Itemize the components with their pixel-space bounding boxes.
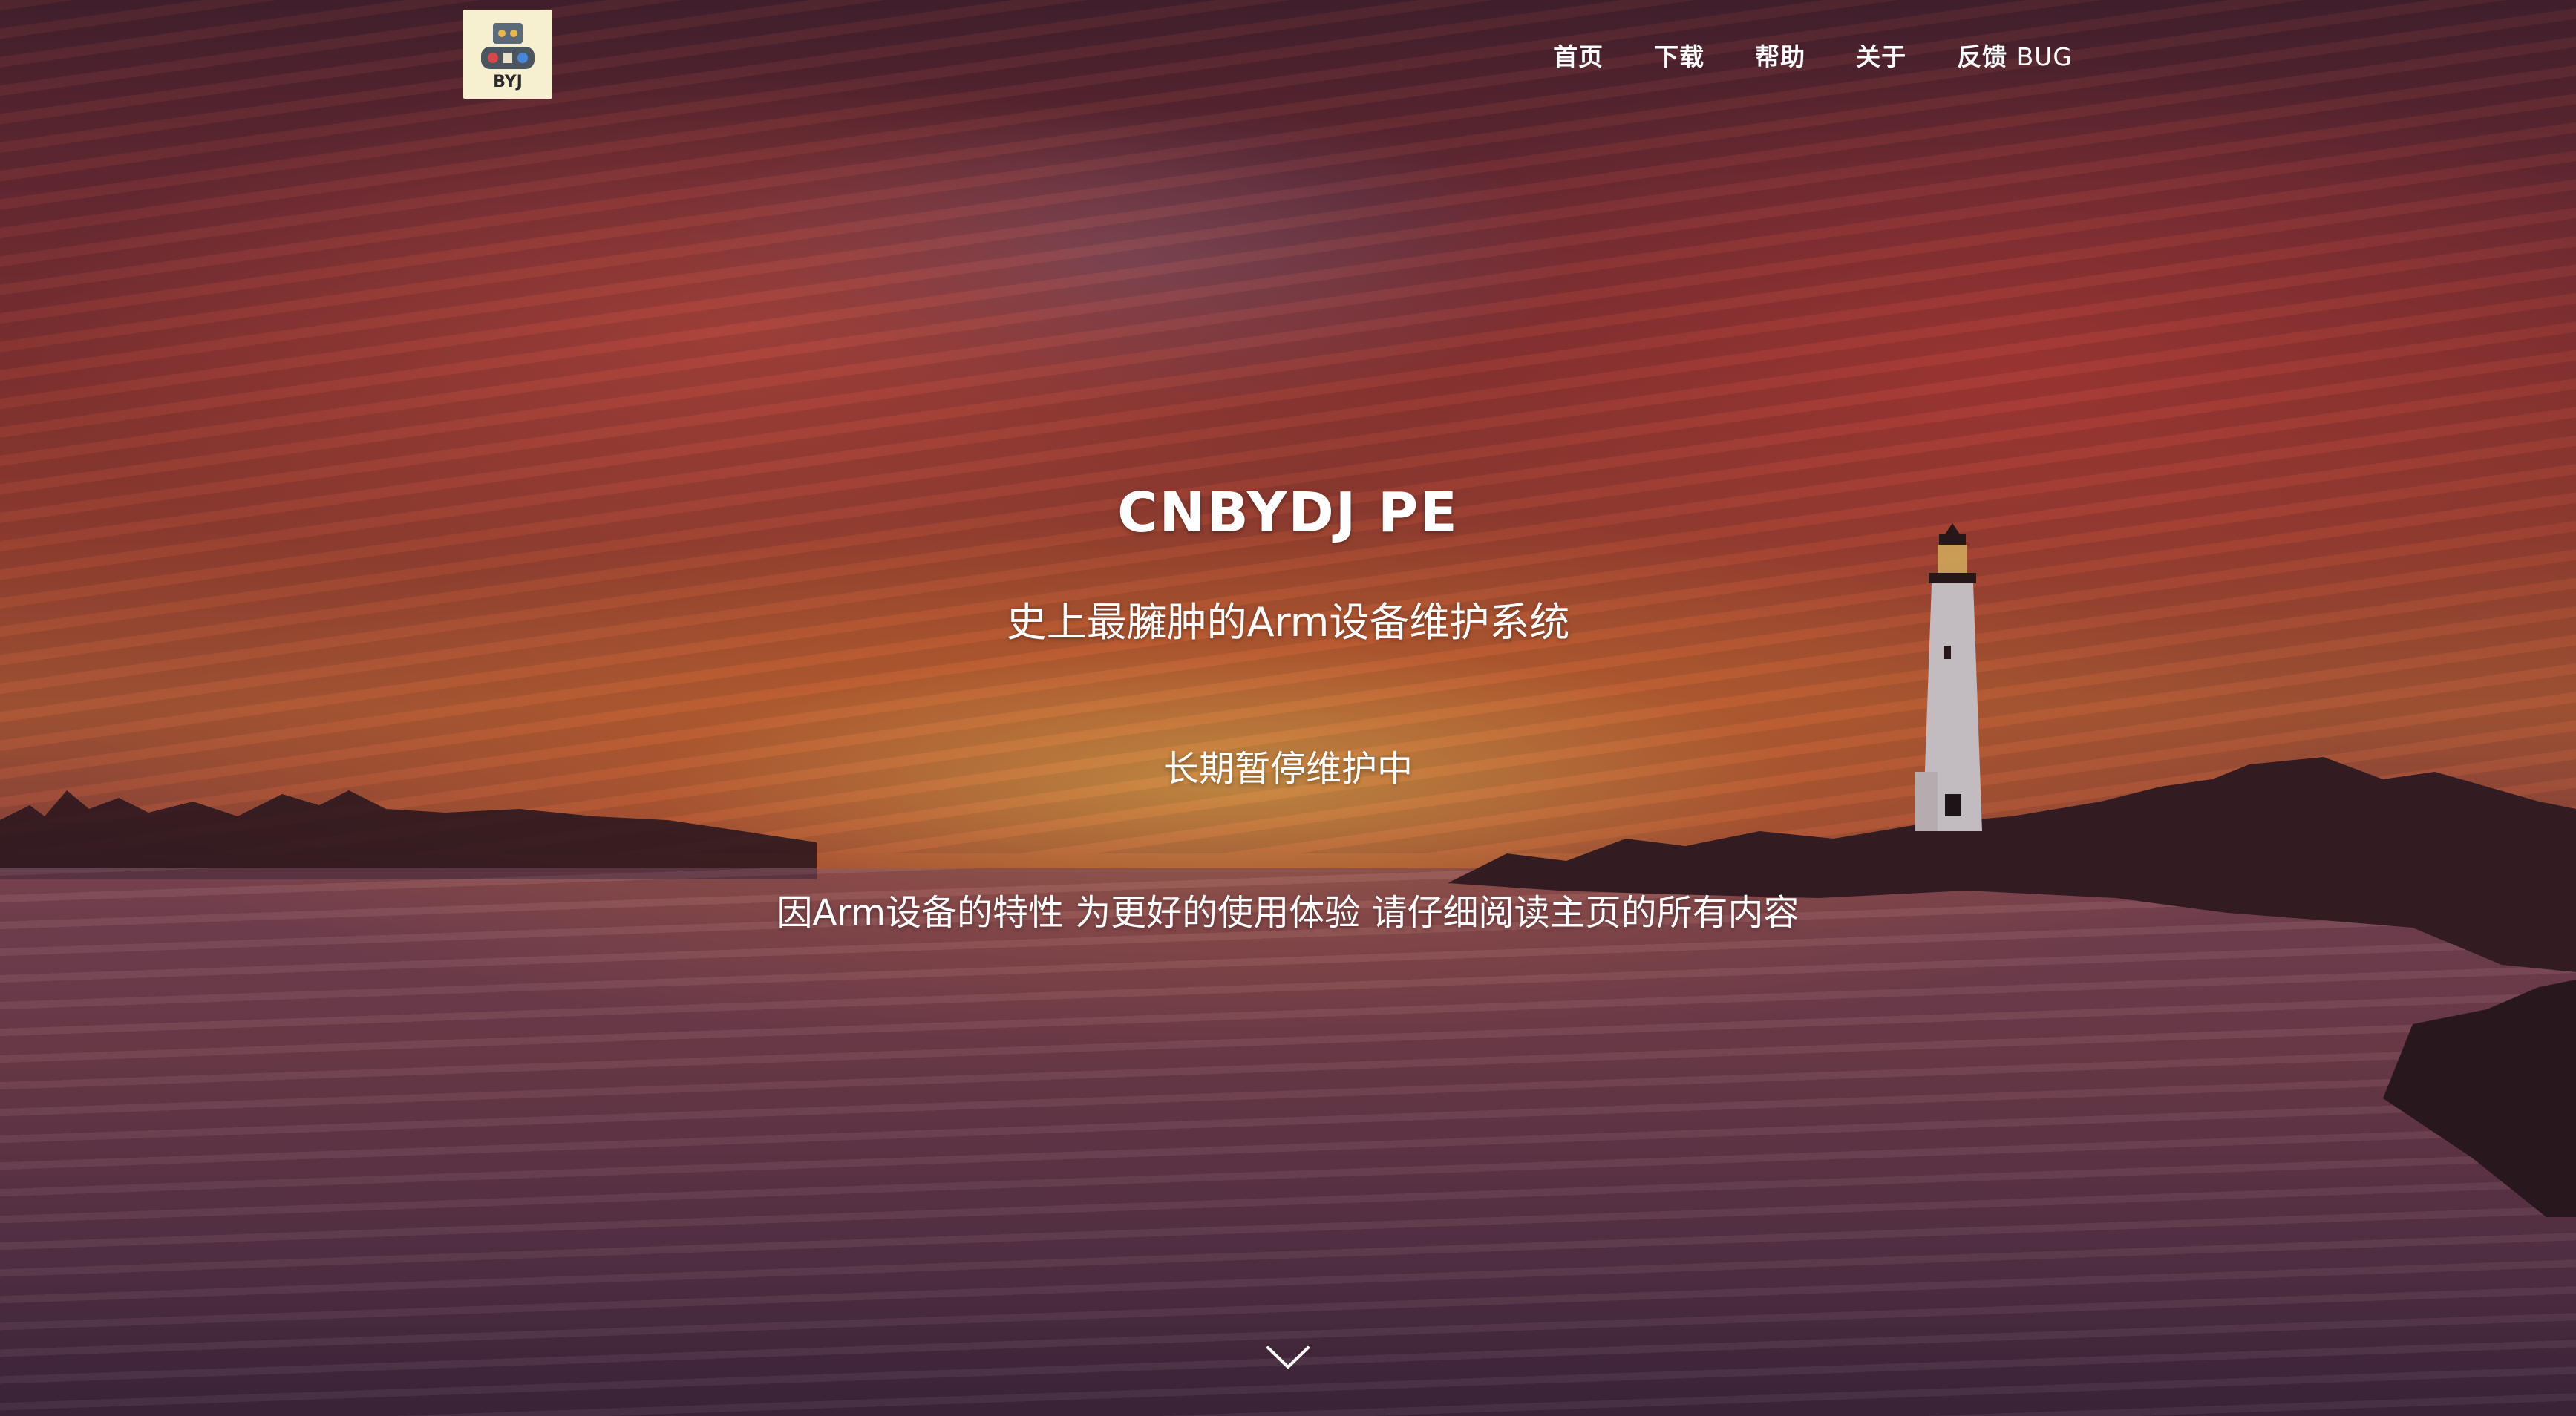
main-nav: 首页 下载 帮助 关于 反馈 BUG [1503,37,2073,73]
nav-item-feedback[interactable]: 反馈 BUG [1957,37,2073,73]
hero-section [0,0,2576,1416]
nav-item-feedback-suffix: BUG [2016,42,2073,71]
scroll-down-button[interactable] [1265,1343,1311,1373]
nav-item-help[interactable]: 帮助 [1755,37,1805,73]
site-logo[interactable]: BYJ [463,10,552,99]
dim-overlay [0,0,2576,1416]
hero-subtitle: 史上最臃肿的Arm设备维护系统 [1006,599,1570,646]
robot-logo-icon: BYJ [481,23,535,91]
usage-notice: 因Arm设备的特性 为更好的使用体验 请仔细阅读主页的所有内容 [777,892,1799,934]
nav-item-home[interactable]: 首页 [1553,37,1604,73]
chevron-down-icon [1266,1346,1310,1369]
hero-title: CNBYDJ PE [1117,481,1459,545]
nav-item-feedback-label: 反馈 [1957,42,2008,71]
maintenance-status: 长期暂停维护中 [1163,748,1413,790]
logo-text: BYJ [493,73,523,91]
nav-item-download[interactable]: 下载 [1654,37,1704,73]
nav-item-about[interactable]: 关于 [1856,37,1906,73]
